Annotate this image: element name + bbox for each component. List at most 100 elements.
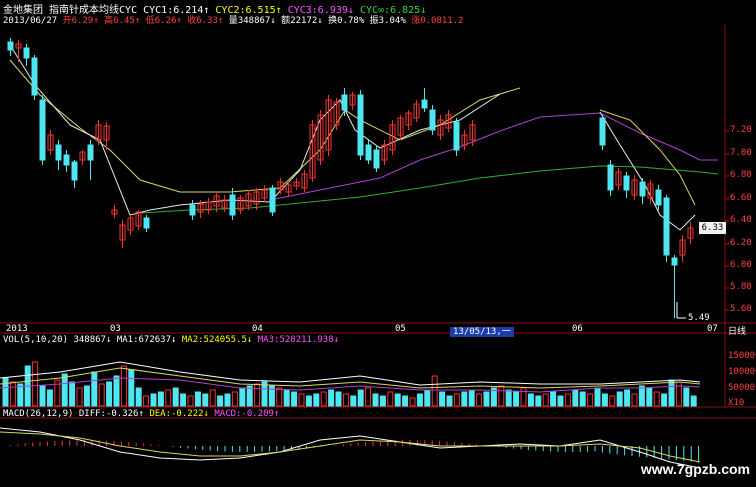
x-highlight-label: 13/05/13,一	[450, 327, 514, 337]
volume-bar	[231, 391, 238, 407]
volume-bar	[631, 393, 638, 407]
volume-bar	[91, 371, 98, 407]
candle-body	[421, 99, 428, 109]
x-highlight-date[interactable]: 13/05/13,一	[450, 324, 514, 337]
volume-bar	[683, 387, 690, 407]
candle-body	[453, 121, 460, 151]
volume-bar	[39, 385, 46, 407]
volume-bar	[128, 369, 135, 407]
dea-arrow: ↓	[203, 409, 209, 419]
volume-bar	[609, 395, 616, 407]
volume-bar	[424, 389, 431, 407]
volume-bar	[527, 393, 534, 407]
volume-bar	[550, 391, 557, 407]
low-annotation: 5.49	[688, 313, 710, 323]
vol-ma3-arrow: ↓	[333, 335, 340, 345]
volume-bar	[572, 389, 579, 407]
volume-bar	[83, 385, 90, 407]
candle-body	[39, 99, 46, 161]
volume-bar	[542, 393, 549, 407]
vol-ma3-label: MA3:	[257, 335, 280, 345]
volume-bar	[113, 375, 120, 407]
volume-bar	[61, 373, 68, 407]
vol-ma1-label: MA1:	[116, 335, 139, 345]
price-axis-ticks	[725, 130, 729, 311]
candle-body	[63, 154, 70, 166]
volume-bar	[298, 393, 305, 407]
candle-body	[31, 57, 38, 96]
volume-bar	[594, 387, 601, 407]
volume-bar	[579, 391, 586, 407]
macd-arrow: ↑	[273, 409, 280, 419]
price-tick-7-00: 7.00	[730, 148, 752, 158]
volume-bar	[98, 383, 105, 407]
cost-average-lines	[9, 44, 719, 231]
vol-ma2-arrow: ↓	[246, 335, 253, 345]
x-label-03: 03	[110, 324, 121, 334]
dea-value: -0.222	[171, 409, 204, 419]
volume-bar	[9, 381, 16, 407]
vol-value-arrow: ↓	[105, 335, 112, 345]
candle-body	[71, 161, 78, 181]
volume-bar	[498, 385, 505, 407]
candle-body	[7, 41, 14, 51]
candle-body	[229, 194, 236, 216]
volume-bar	[217, 395, 224, 407]
candle-body	[655, 189, 662, 206]
vol-value: 348867	[73, 335, 106, 345]
x-label-05: 05	[395, 324, 406, 334]
volume-bar	[120, 365, 127, 407]
vol-ma1-value: 672637	[138, 335, 172, 345]
candle-body	[189, 204, 196, 216]
vol-axis-100000: 100000	[728, 367, 756, 377]
volume-bar	[365, 387, 372, 407]
candle-body	[357, 94, 364, 156]
candle-body	[143, 217, 150, 229]
candle-body	[269, 187, 276, 213]
volume-bar	[372, 393, 379, 407]
volume-bar	[335, 391, 342, 407]
volume-bar	[587, 393, 594, 407]
volume-bar	[135, 387, 142, 407]
diff-label: DIFF:	[78, 409, 106, 419]
candle-body	[599, 117, 606, 146]
vol-ma2-label: MA2:	[181, 335, 204, 345]
volume-bar	[224, 393, 231, 407]
candle-body	[55, 144, 62, 161]
volume-bar	[157, 391, 164, 407]
x-label-07: 07	[707, 324, 718, 334]
macd-header: MACD(26,12,9) DIFF:-0.326↑ DEA:-0.222↓ M…	[3, 409, 279, 419]
volume-bar	[106, 381, 113, 407]
vol-ma1-arrow: ↓	[171, 335, 177, 345]
volume-bar	[305, 395, 312, 407]
volume-bar	[557, 395, 564, 407]
volume-bar	[209, 389, 216, 407]
candle-body	[373, 149, 380, 169]
price-tick-6-40: 6.40	[730, 215, 752, 225]
volume-bar	[69, 381, 76, 407]
candle-body	[639, 181, 646, 197]
volume-bar	[394, 393, 401, 407]
price-tick-7-20: 7.20	[730, 125, 752, 135]
volume-bar	[505, 389, 512, 407]
volume-header: VOL(5,10,20) 348867↓ MA1:672637↓ MA2:524…	[3, 335, 339, 345]
volume-bar	[653, 391, 660, 407]
x-label-06: 06	[572, 324, 583, 334]
volume-bar	[446, 395, 453, 407]
volume-bar	[246, 385, 253, 407]
period-label[interactable]: 日线	[728, 324, 746, 337]
volume-bar	[320, 391, 327, 407]
vol-axis-unit: X10	[728, 398, 745, 408]
volume-bar	[483, 391, 490, 407]
candle-body	[623, 175, 630, 191]
volume-bar	[387, 391, 394, 407]
volume-bar	[328, 389, 335, 407]
volume-bar	[690, 395, 697, 407]
candle-body	[429, 109, 436, 131]
price-tick-6-20: 6.20	[730, 238, 752, 248]
dea-label: DEA:	[149, 409, 172, 419]
volume-bar	[453, 393, 460, 407]
volume-bar	[601, 393, 608, 407]
price-tick-5-80: 5.80	[730, 282, 752, 292]
x-label-04: 04	[252, 324, 263, 334]
